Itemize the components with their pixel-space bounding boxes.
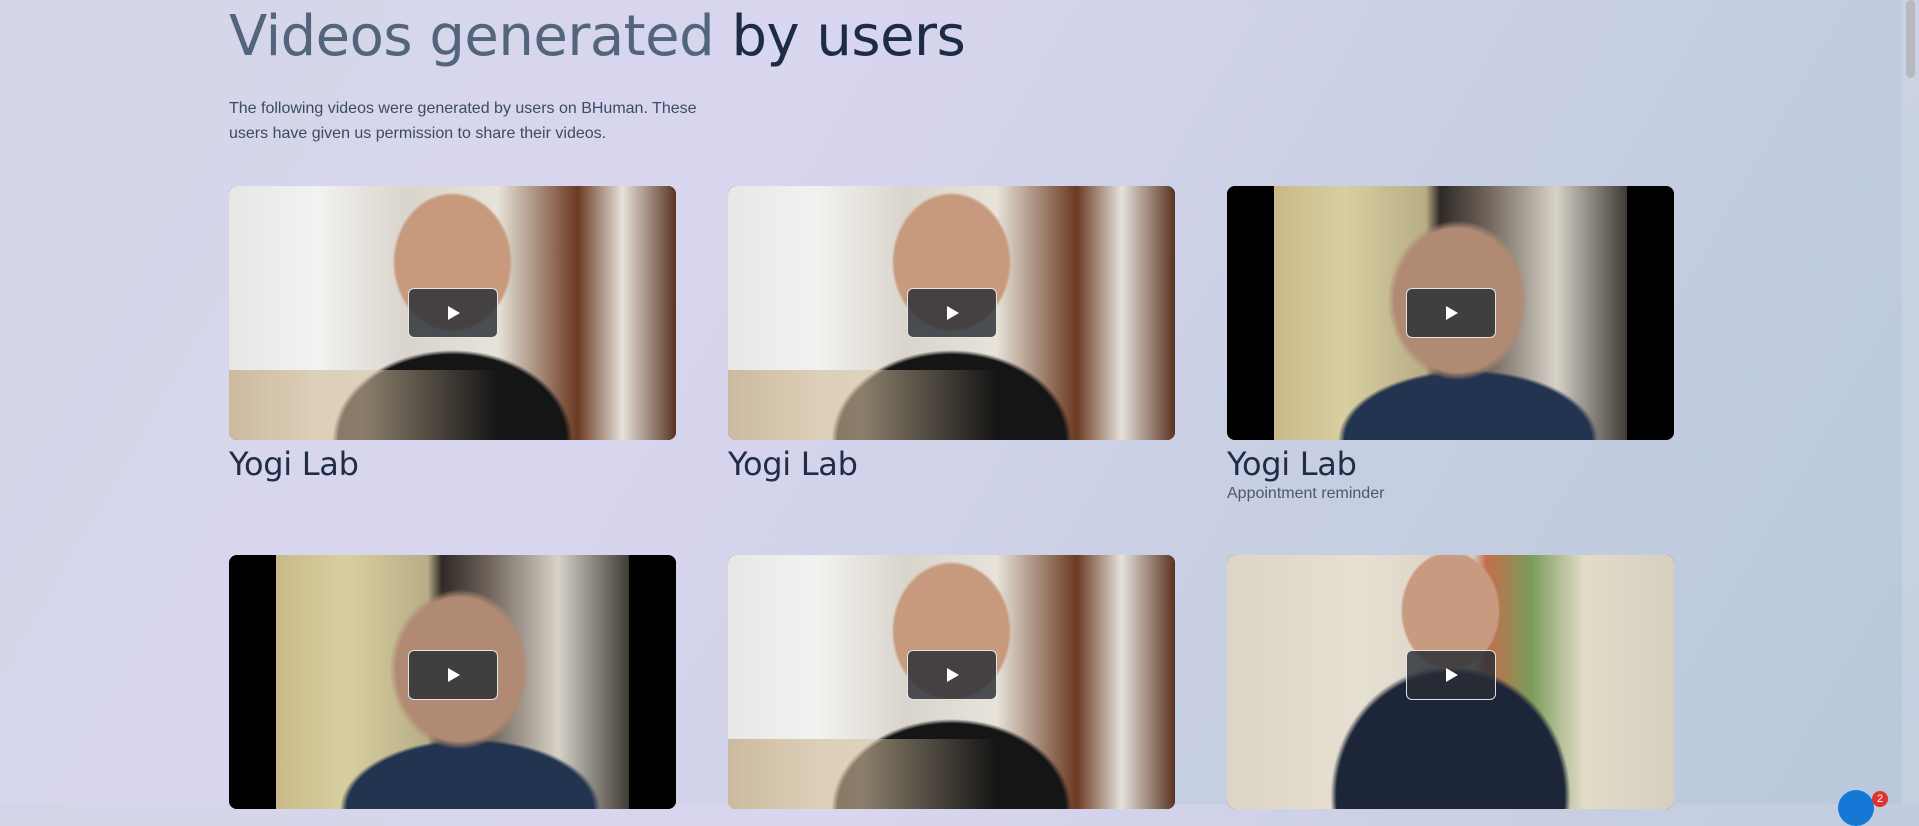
play-button[interactable] [906,650,997,700]
page-description: The following videos were generated by u… [229,100,697,142]
video-card [1227,555,1674,809]
video-card: Yogi Lab Appointment reminder [1227,186,1674,504]
video-card: Yogi Lab [229,186,676,484]
video-thumbnail[interactable] [229,555,676,809]
chat-icon[interactable] [1838,790,1874,826]
play-button[interactable] [906,288,997,338]
play-icon [447,668,460,682]
page-title: Videos generated by users [229,4,966,69]
play-icon [1445,668,1458,682]
play-button[interactable] [1405,650,1496,700]
video-thumbnail[interactable] [1227,555,1674,809]
play-button[interactable] [407,650,498,700]
video-thumbnail[interactable] [728,186,1175,440]
video-title: Yogi Lab [1227,445,1357,483]
play-button[interactable] [1405,288,1496,338]
title-muted: Videos generated [229,4,715,69]
title-strong: by users [731,4,966,69]
page-scrollbar[interactable] [1902,0,1919,804]
video-thumbnail[interactable] [229,186,676,440]
video-card [229,555,676,809]
video-thumbnail[interactable] [728,555,1175,809]
video-card [728,555,1175,809]
scrollbar-thumb[interactable] [1906,0,1915,78]
play-icon [1445,306,1458,320]
video-title: Yogi Lab [728,445,858,483]
play-icon [946,306,959,320]
play-button[interactable] [407,288,498,338]
video-subtitle: Appointment reminder [1227,485,1385,502]
video-title: Yogi Lab [229,445,359,483]
chat-badge: 2 [1872,791,1888,807]
play-icon [946,668,959,682]
video-card: Yogi Lab [728,186,1175,484]
video-thumbnail[interactable] [1227,186,1674,440]
play-icon [447,306,460,320]
